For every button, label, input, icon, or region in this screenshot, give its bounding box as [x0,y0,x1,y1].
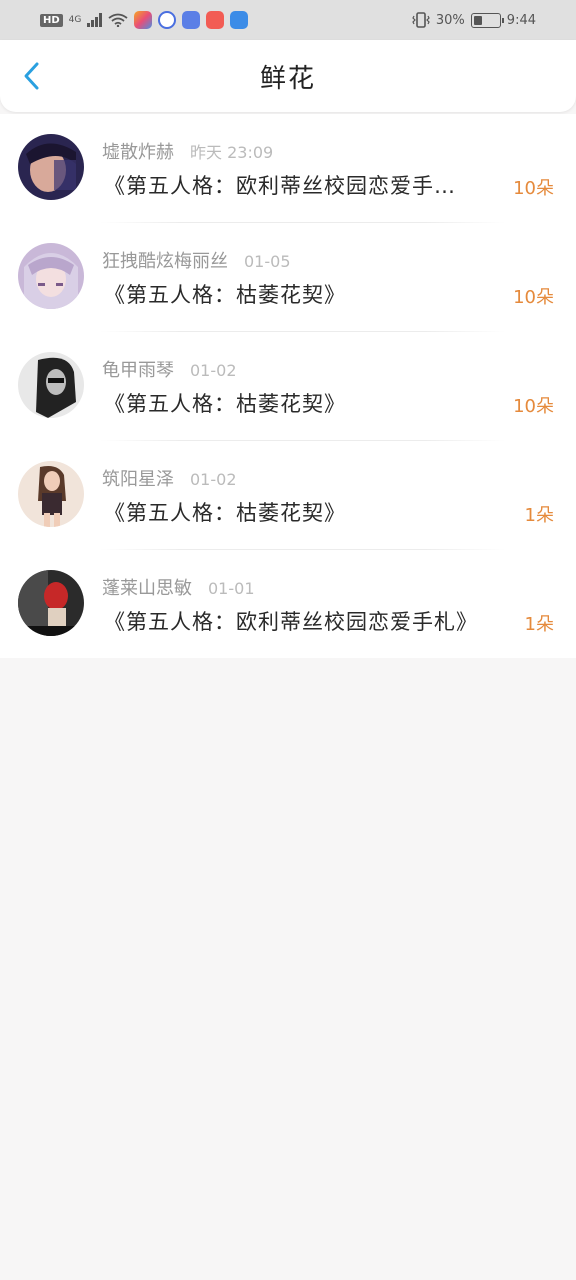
send-time: 01-05 [244,252,291,271]
back-button[interactable] [18,62,46,90]
battery-percent: 30% [435,12,465,28]
vibrate-icon [412,12,430,28]
gift-target: 《第五人格：枯萎花契》 [104,501,346,525]
send-time: 昨天 23:09 [190,143,274,162]
music-app-icon [158,11,177,29]
sender-meta: 龟甲雨琴 01-02 [102,356,237,382]
notification-app-icon [134,11,153,29]
shopping-app-icon [206,11,225,29]
list-item[interactable]: 墟散炸赫 昨天 23:09 《第五人格：欧利蒂丝校园恋爱手… 10朵 [0,114,576,223]
gift-target: 《第五人格：枯萎花契》 [104,283,346,307]
sender-name: 蓬莱山思敏 [102,578,192,599]
sender-name: 龟甲雨琴 [102,360,174,381]
cloud-app-icon [230,11,249,29]
clock: 9:44 [506,12,536,28]
wifi-icon [108,13,128,27]
send-time: 01-01 [208,579,255,598]
avatar[interactable] [18,461,84,527]
status-bar: HD 4G 30% 9:44 [0,0,576,40]
flower-count: 10朵 [513,287,554,308]
send-time: 01-02 [190,470,237,489]
sender-name: 墟散炸赫 [102,142,174,163]
sender-meta: 狂拽酷炫梅丽丝 01-05 [102,247,291,273]
education-app-icon [182,11,201,29]
signal-icon [87,13,103,27]
sender-meta: 墟散炸赫 昨天 23:09 [102,138,273,164]
avatar[interactable] [18,352,84,418]
avatar[interactable] [18,134,84,200]
flower-count: 10朵 [513,178,554,199]
sender-meta: 蓬莱山思敏 01-01 [102,574,255,600]
send-time: 01-02 [190,361,237,380]
list-item[interactable]: 狂拽酷炫梅丽丝 01-05 《第五人格：枯萎花契》 10朵 [0,223,576,332]
status-bar-right: 30% 9:44 [412,12,536,28]
flower-count: 1朵 [524,505,554,526]
avatar[interactable] [18,570,84,636]
sender-name: 狂拽酷炫梅丽丝 [102,251,228,272]
battery-icon [470,12,504,28]
gift-target: 《第五人格：欧利蒂丝校园恋爱手… [104,174,456,198]
avatar[interactable] [18,243,84,309]
flower-count: 1朵 [524,614,554,635]
gift-target: 《第五人格：枯萎花契》 [104,392,346,416]
status-bar-left: HD 4G [40,11,249,29]
network-type: 4G [68,14,82,25]
hd-badge: HD [40,13,63,27]
list-item[interactable]: 蓬莱山思敏 01-01 《第五人格：欧利蒂丝校园恋爱手札》 1朵 [0,550,576,659]
sender-name: 筑阳星泽 [102,469,174,490]
gift-target: 《第五人格：欧利蒂丝校园恋爱手札》 [104,610,478,634]
header: 鲜花 [0,40,576,112]
list-item[interactable]: 龟甲雨琴 01-02 《第五人格：枯萎花契》 10朵 [0,332,576,441]
sender-meta: 筑阳星泽 01-02 [102,465,237,491]
page-title: 鲜花 [259,63,316,94]
chevron-left-icon [24,62,39,90]
flower-count: 10朵 [513,396,554,417]
flower-list: 墟散炸赫 昨天 23:09 《第五人格：欧利蒂丝校园恋爱手… 10朵 狂拽酷炫梅丽… [0,114,576,658]
list-item[interactable]: 筑阳星泽 01-02 《第五人格：枯萎花契》 1朵 [0,441,576,550]
